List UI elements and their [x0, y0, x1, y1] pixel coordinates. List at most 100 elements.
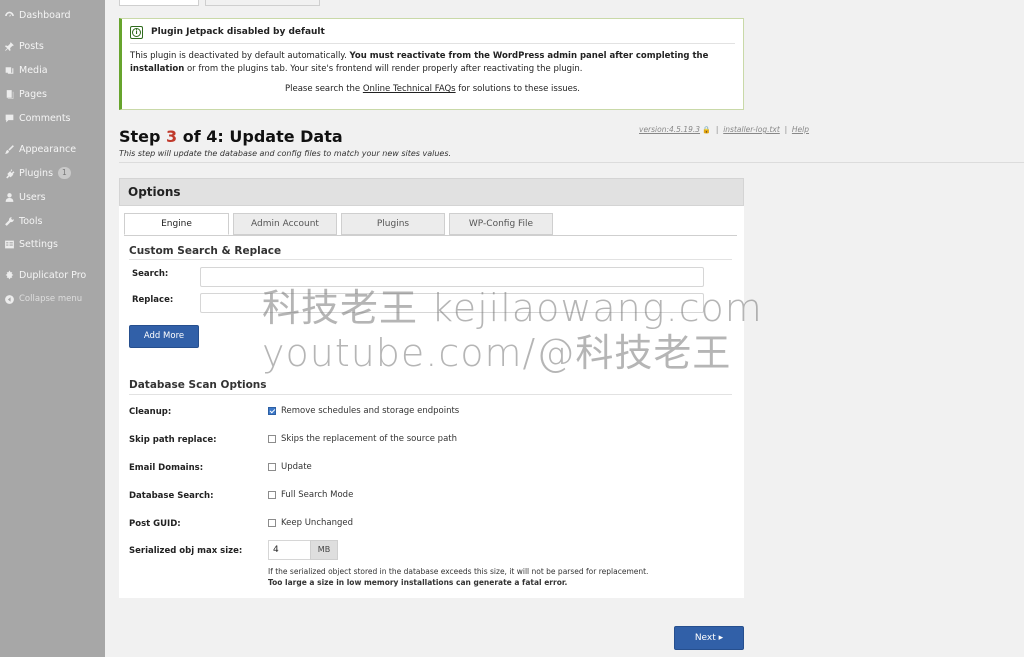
- sidebar-item-tools[interactable]: Tools: [0, 211, 105, 231]
- post-guid-option[interactable]: Keep Unchanged: [268, 518, 353, 528]
- tab-wp-config[interactable]: WP-Config File: [449, 213, 553, 235]
- settings-icon: [2, 237, 16, 251]
- separator: |: [784, 125, 788, 134]
- options-heading: Options: [119, 178, 744, 206]
- faq-link[interactable]: Online Technical FAQs: [363, 84, 456, 94]
- sidebar-item-label: Comments: [19, 112, 71, 124]
- page-title: Step 3 of 4: Update Data: [119, 127, 343, 146]
- notice-body: This plugin is deactivated by default au…: [130, 50, 730, 76]
- duplicator-icon: [2, 268, 16, 282]
- sidebar-item-label: Pages: [19, 88, 47, 100]
- faq-text: for solutions to these issues.: [455, 84, 581, 94]
- user-icon: [2, 190, 16, 204]
- tab-divider: [124, 235, 737, 236]
- max-size-input[interactable]: 4: [268, 540, 310, 560]
- faq-text: Please search the: [284, 84, 363, 94]
- collapse-menu-button[interactable]: Collapse menu: [0, 289, 105, 309]
- database-search-option[interactable]: Full Search Mode: [268, 490, 353, 500]
- header-divider: [119, 162, 1024, 163]
- sidebar-item-plugins[interactable]: Plugins 1: [0, 163, 105, 183]
- replace-label: Replace:: [132, 295, 174, 305]
- cleanup-checkbox[interactable]: [268, 407, 276, 415]
- skip-path-label: Skip path replace:: [129, 435, 217, 445]
- sidebar-item-label: Duplicator Pro: [19, 269, 87, 281]
- sidebar-item-label: Posts: [19, 40, 44, 52]
- email-domains-checkbox[interactable]: [268, 463, 276, 471]
- media-icon: [2, 63, 16, 77]
- cleanup-label: Cleanup:: [129, 407, 172, 417]
- admin-sidebar: Dashboard Posts Media Pages Comments App…: [0, 0, 105, 657]
- search-replace-title: Custom Search & Replace: [129, 245, 282, 257]
- top-tab-stub: [205, 0, 320, 6]
- sidebar-item-media[interactable]: Media: [0, 60, 105, 80]
- info-icon: i: [130, 25, 143, 39]
- notice-faq: Please search the Online Technical FAQs …: [122, 84, 743, 94]
- add-more-button[interactable]: Add More: [129, 325, 199, 348]
- step-number: 3: [166, 127, 178, 146]
- help-warning: Too large a size in low memory installat…: [268, 578, 568, 587]
- page-subtitle: This step will update the database and c…: [119, 149, 452, 158]
- cleanup-option[interactable]: Remove schedules and storage endpoints: [268, 406, 459, 416]
- dashboard-icon: [2, 8, 16, 22]
- sidebar-item-label: Media: [19, 64, 48, 76]
- notice-body-text: or from the plugins tab. Your site's fro…: [184, 64, 583, 74]
- version-link[interactable]: version:4.5.19.3: [639, 125, 700, 134]
- search-label: Search:: [132, 269, 169, 279]
- notice-divider: [130, 43, 735, 44]
- cleanup-text: Remove schedules and storage endpoints: [281, 406, 460, 416]
- tab-plugins[interactable]: Plugins: [341, 213, 445, 235]
- notice-header: i Plugin Jetpack disabled by default: [130, 22, 325, 42]
- database-search-checkbox[interactable]: [268, 491, 276, 499]
- sidebar-item-duplicator-pro[interactable]: Duplicator Pro: [0, 265, 105, 285]
- skip-path-option[interactable]: Skips the replacement of the source path: [268, 434, 457, 444]
- search-input[interactable]: [200, 267, 704, 287]
- top-tab-stub: [119, 0, 199, 6]
- pages-icon: [2, 87, 16, 101]
- notice-body-text: This plugin is deactivated by default au…: [130, 51, 350, 61]
- paintbrush-icon: [2, 142, 16, 156]
- sidebar-item-comments[interactable]: Comments: [0, 108, 105, 128]
- sidebar-item-label: Users: [19, 191, 46, 203]
- tab-admin-account[interactable]: Admin Account: [233, 213, 337, 235]
- collapse-icon: [2, 292, 16, 306]
- replace-input[interactable]: [200, 293, 704, 313]
- email-domains-label: Email Domains:: [129, 463, 204, 473]
- pin-icon: [2, 39, 16, 53]
- help-text: If the serialized object stored in the d…: [268, 567, 649, 576]
- sidebar-item-posts[interactable]: Posts: [0, 36, 105, 56]
- tab-engine[interactable]: Engine: [124, 213, 229, 235]
- email-domains-option[interactable]: Update: [268, 462, 312, 472]
- sidebar-item-label: Plugins: [19, 167, 54, 179]
- database-search-text: Full Search Mode: [281, 490, 354, 500]
- db-scan-title: Database Scan Options: [129, 379, 267, 391]
- sidebar-item-label: Settings: [19, 238, 58, 250]
- sidebar-item-label: Tools: [19, 215, 43, 227]
- options-panel: Options Engine Admin Account Plugins WP-…: [119, 178, 744, 598]
- step-suffix: of 4: Update Data: [177, 127, 343, 146]
- wrench-icon: [2, 214, 16, 228]
- sidebar-item-settings[interactable]: Settings: [0, 234, 105, 254]
- sidebar-item-label: Appearance: [19, 143, 77, 155]
- sidebar-item-appearance[interactable]: Appearance: [0, 139, 105, 159]
- next-button[interactable]: Next ▸: [674, 626, 744, 650]
- notice-title: Plugin Jetpack disabled by default: [151, 27, 325, 37]
- installer-log-link[interactable]: installer-log.txt: [723, 125, 780, 134]
- max-size-label: Serialized obj max size:: [129, 546, 243, 556]
- sidebar-item-users[interactable]: Users: [0, 187, 105, 207]
- max-size-unit: MB: [310, 540, 338, 560]
- skip-path-checkbox[interactable]: [268, 435, 276, 443]
- plugin-notice: i Plugin Jetpack disabled by default Thi…: [119, 18, 744, 110]
- update-count-badge: 1: [58, 167, 71, 179]
- sidebar-item-label: Dashboard: [19, 9, 71, 21]
- post-guid-checkbox[interactable]: [268, 519, 276, 527]
- skip-path-text: Skips the replacement of the source path: [281, 434, 457, 444]
- sidebar-item-pages[interactable]: Pages: [0, 84, 105, 104]
- help-link[interactable]: Help: [792, 125, 809, 134]
- post-guid-text: Keep Unchanged: [281, 518, 353, 528]
- max-size-help: If the serialized object stored in the d…: [268, 566, 648, 588]
- sidebar-item-dashboard[interactable]: Dashboard: [0, 5, 105, 25]
- section-divider: [129, 259, 732, 260]
- section-divider: [129, 394, 732, 395]
- plugin-icon: [2, 166, 16, 180]
- email-domains-text: Update: [281, 462, 312, 472]
